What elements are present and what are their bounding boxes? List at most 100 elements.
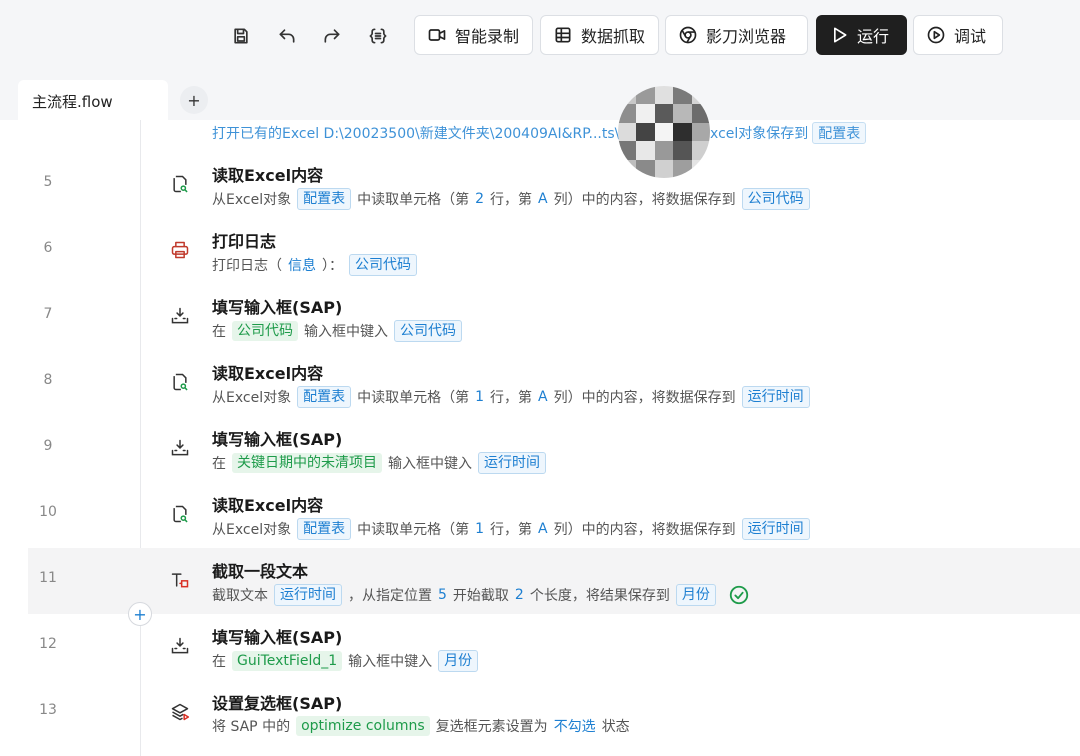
- debug-button[interactable]: 调试: [913, 15, 1003, 55]
- check-circle-icon: [728, 584, 750, 606]
- desc-text: 行，第: [490, 390, 533, 406]
- line-number: 7: [43, 306, 53, 322]
- element-chip[interactable]: optimize columns: [296, 716, 430, 736]
- param-value: 信息: [288, 258, 316, 274]
- desc-text: 输入框中键入: [304, 324, 388, 340]
- desc-text: 输入框中键入: [388, 456, 472, 472]
- step-description: 截取文本 运行时间 ，从指定位置 5 开始截取 2 个长度，将结果保存到 月份: [212, 584, 756, 606]
- variable-chip[interactable]: 配置表: [297, 518, 352, 540]
- param-value: A: [538, 191, 548, 207]
- add-step-button[interactable]: +: [128, 602, 152, 626]
- desc-text: 从Excel对象: [212, 192, 292, 208]
- variables-icon[interactable]: [364, 22, 392, 50]
- param-value: A: [538, 521, 548, 537]
- step-row[interactable]: 12 填写输入框(SAP) 在 GuiTextField_1 输入框中键入 月份: [28, 614, 1080, 680]
- partial-step-row[interactable]: 打开已有的Excel D:\20023500\新建文件夹\200409AI&RP…: [212, 122, 867, 144]
- desc-text: 行，第: [490, 192, 533, 208]
- line-number: 6: [43, 240, 53, 256]
- desc-text: 行，第: [490, 522, 533, 538]
- desc-text: 截取文本: [212, 588, 268, 604]
- desc-text: 从Excel对象: [212, 522, 292, 538]
- desc-text: ，从指定位置: [348, 588, 432, 604]
- data-capture-label: 数据抓取: [581, 27, 646, 46]
- shadowbot-browser-label: 影刀浏览器: [706, 27, 787, 46]
- step-description: 从Excel对象 配置表 中读取单元格（第 2 行，第 A 列）中的内容，将数据…: [212, 188, 816, 210]
- step-row[interactable]: 10 读取Excel内容 从Excel对象 配置表 中读取单元格（第 1 行，第…: [28, 482, 1080, 548]
- element-chip[interactable]: 关键日期中的未清项目: [232, 453, 382, 473]
- smart-record-button[interactable]: 智能录制: [414, 15, 533, 55]
- step-description: 从Excel对象 配置表 中读取单元格（第 1 行，第 A 列）中的内容，将数据…: [212, 386, 816, 408]
- line-number: 5: [43, 174, 53, 190]
- variable-chip[interactable]: 月份: [675, 584, 716, 606]
- line-number: 12: [39, 636, 57, 652]
- play-icon: [834, 27, 847, 43]
- line-number: 13: [39, 702, 57, 718]
- desc-text: 打印日志（: [212, 258, 282, 274]
- pixelated-avatar: [618, 86, 710, 178]
- variable-chip[interactable]: 公司代码: [349, 254, 417, 276]
- variable-chip[interactable]: 运行时间: [274, 584, 342, 606]
- element-chip[interactable]: 公司代码: [232, 321, 298, 341]
- run-button[interactable]: 运行: [816, 15, 907, 55]
- step-row[interactable]: 7 填写输入框(SAP) 在 公司代码 输入框中键入 公司代码: [28, 284, 1080, 350]
- variable-chip[interactable]: 运行时间: [741, 386, 810, 408]
- variable-chip[interactable]: 配置表: [297, 188, 352, 210]
- desc-text: 在: [212, 456, 226, 472]
- desc-text: 复选框元素设置为: [435, 719, 548, 735]
- redo-icon[interactable]: [318, 22, 346, 50]
- desc-text: 开始截取: [452, 588, 509, 604]
- step-row[interactable]: 13 设置复选框(SAP) 将 SAP 中的 optimize columns …: [28, 680, 1080, 746]
- step-description: 在 公司代码 输入框中键入 公司代码: [212, 320, 468, 342]
- step-row[interactable]: 8 读取Excel内容 从Excel对象 配置表 中读取单元格（第 1 行，第 …: [28, 350, 1080, 416]
- tab-bar: 主流程.flow +: [0, 80, 1080, 122]
- param-value: 2: [514, 587, 524, 603]
- toolbar: 智能录制 数据抓取 影刀浏览器 运行 调试: [0, 0, 1080, 78]
- input-fill-icon: [168, 436, 192, 460]
- step-description: 将 SAP 中的 optimize columns 复选框元素设置为 不勾选 状…: [212, 716, 636, 736]
- step-title: 填写输入框(SAP): [212, 298, 343, 317]
- table-icon: [555, 27, 571, 43]
- step-row[interactable]: 5 读取Excel内容 从Excel对象 配置表 中读取单元格（第 2 行，第 …: [28, 152, 1080, 218]
- step-title: 打印日志: [212, 232, 277, 251]
- step-row[interactable]: 6 打印日志 打印日志（ 信息 ）： 公司代码: [28, 218, 1080, 284]
- desc-text: 个长度，将结果保存到: [529, 588, 670, 604]
- variable-chip[interactable]: 公司代码: [394, 320, 462, 342]
- tab-main-flow[interactable]: 主流程.flow: [18, 80, 168, 122]
- step-title: 截取一段文本: [212, 562, 309, 581]
- desc-text: 列）中的内容，将数据保存到: [553, 192, 736, 208]
- step-description: 在 GuiTextField_1 输入框中键入 月份: [212, 650, 484, 672]
- variable-chip[interactable]: 运行时间: [478, 452, 546, 474]
- flow-editor: 打开已有的Excel D:\20023500\新建文件夹\200409AI&RP…: [0, 120, 1080, 756]
- read-excel-icon: [168, 172, 192, 196]
- step-title: 设置复选框(SAP): [212, 694, 343, 713]
- desc-text: 输入框中键入: [348, 654, 433, 670]
- desc-text: 从Excel对象: [212, 390, 292, 406]
- tab-main-flow-label: 主流程.flow: [32, 92, 113, 111]
- shadowbot-browser-button[interactable]: 影刀浏览器: [665, 15, 808, 55]
- step-row[interactable]: 9 填写输入框(SAP) 在 关键日期中的未清项目 输入框中键入 运行时间: [28, 416, 1080, 482]
- undo-icon[interactable]: [273, 22, 301, 50]
- add-tab-button[interactable]: +: [180, 86, 208, 114]
- input-fill-icon: [168, 304, 192, 328]
- line-number: 11: [39, 570, 57, 586]
- debug-label: 调试: [954, 27, 987, 46]
- step-row-active[interactable]: 11 截取一段文本 截取文本 运行时间 ，从指定位置 5 开始截取 2 个长度，…: [28, 548, 1080, 614]
- data-capture-button[interactable]: 数据抓取: [540, 15, 659, 55]
- variable-chip[interactable]: 运行时间: [741, 518, 810, 540]
- line-number: 9: [43, 438, 53, 454]
- variable-chip[interactable]: 配置表: [297, 386, 352, 408]
- save-icon[interactable]: [227, 22, 255, 50]
- param-value: 5: [438, 587, 447, 603]
- variable-chip[interactable]: 公司代码: [741, 188, 810, 210]
- step-title: 读取Excel内容: [212, 166, 324, 185]
- param-value: 不勾选: [553, 719, 596, 735]
- partial-step-chip: 配置表: [812, 122, 867, 144]
- element-chip[interactable]: GuiTextField_1: [232, 651, 343, 671]
- line-number: 8: [43, 372, 53, 388]
- desc-text: 列）中的内容，将数据保存到: [553, 390, 736, 406]
- step-description: 打印日志（ 信息 ）： 公司代码: [212, 254, 423, 276]
- desc-text: 状态: [601, 719, 630, 735]
- variable-chip[interactable]: 月份: [438, 650, 479, 672]
- param-value: A: [538, 389, 548, 405]
- param-value: 1: [475, 521, 485, 537]
